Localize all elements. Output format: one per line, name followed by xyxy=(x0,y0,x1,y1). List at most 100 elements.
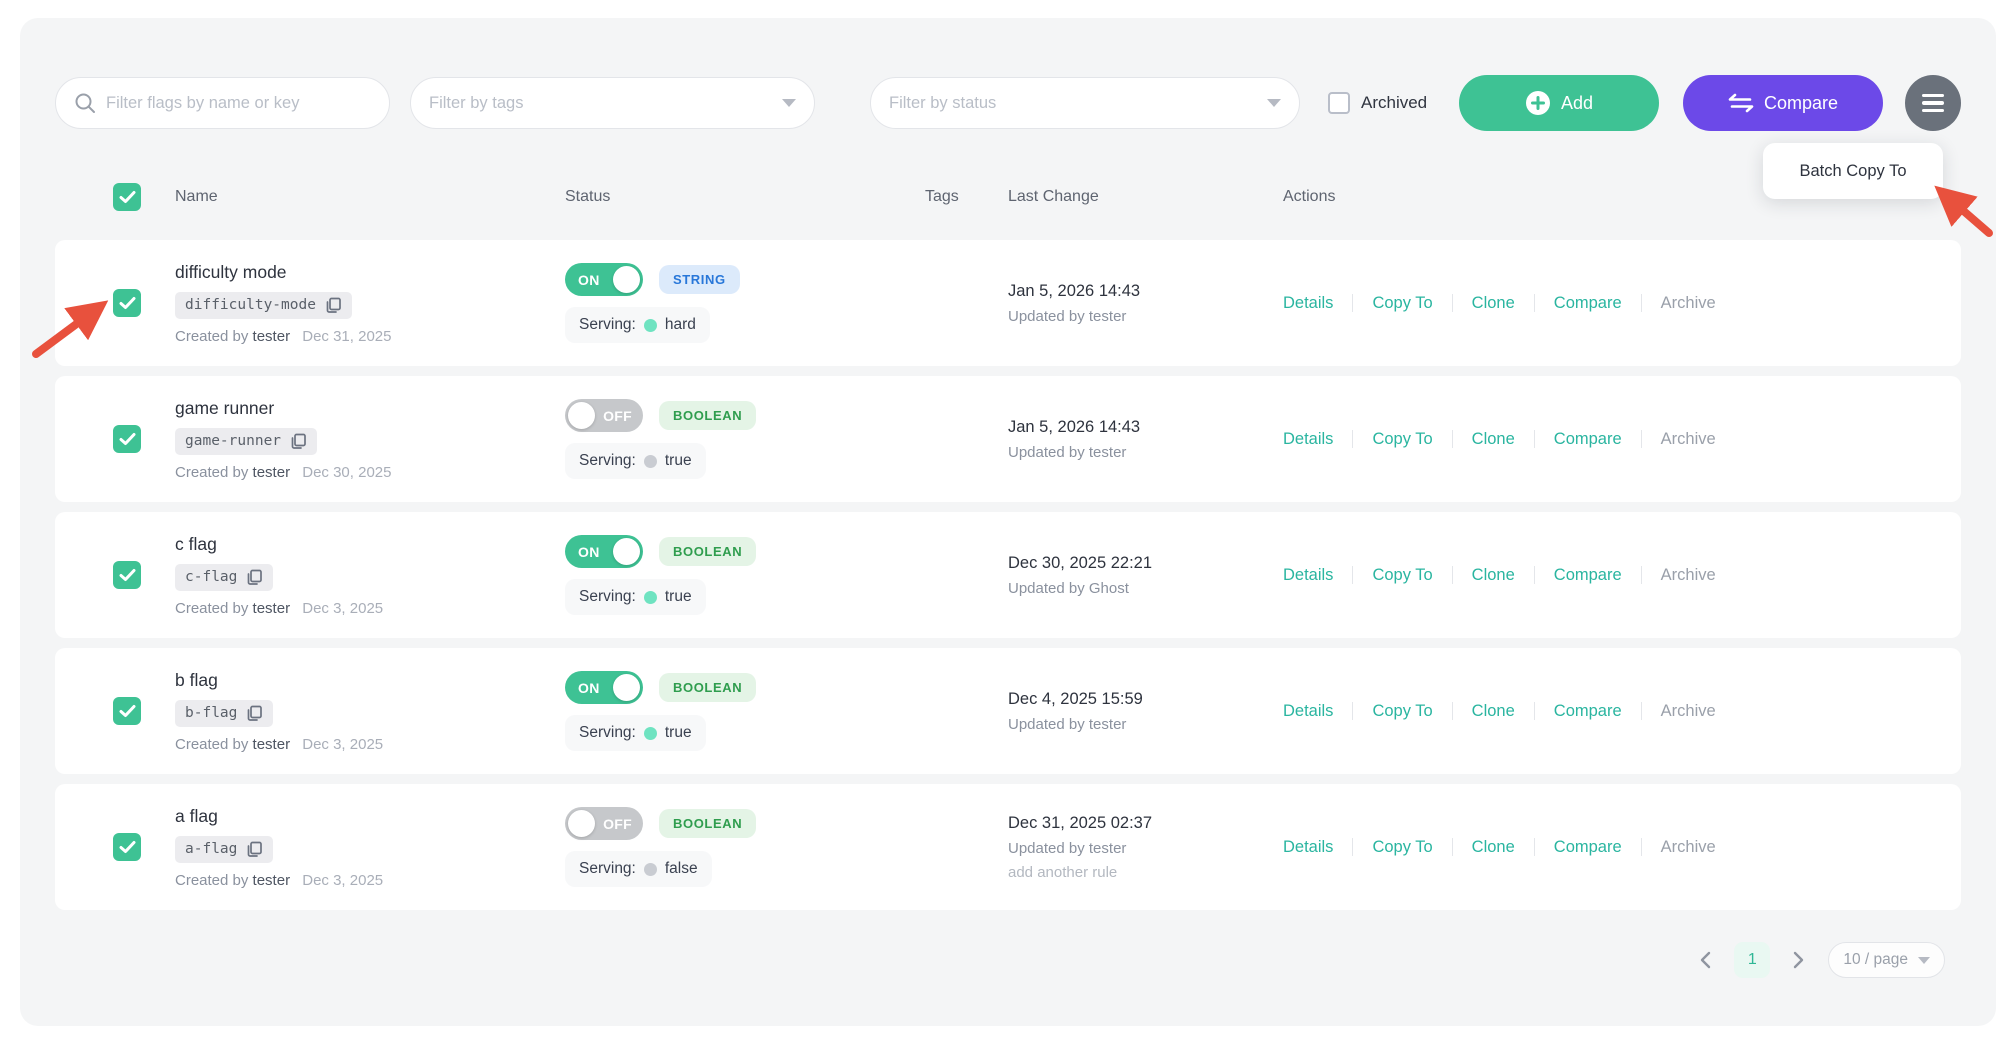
copy-icon[interactable] xyxy=(290,433,307,450)
compare-button[interactable]: Compare xyxy=(1683,75,1883,131)
copy-icon[interactable] xyxy=(325,297,342,314)
flag-name-cell: b flag b-flag Created by tester Dec 3, 2… xyxy=(175,670,565,753)
tags-filter-input[interactable] xyxy=(429,93,774,113)
next-page-button[interactable] xyxy=(1784,945,1814,975)
action-divider xyxy=(1533,702,1535,720)
flag-status-cell: OFF BOOLEAN Serving: true xyxy=(565,399,925,479)
action-copy-to[interactable]: Copy To xyxy=(1372,838,1432,857)
archived-checkbox[interactable] xyxy=(1328,92,1350,114)
tags-filter[interactable] xyxy=(410,77,815,129)
action-divider xyxy=(1640,702,1642,720)
row-checkbox[interactable] xyxy=(113,425,141,453)
action-archive[interactable]: Archive xyxy=(1661,702,1716,721)
action-clone[interactable]: Clone xyxy=(1472,430,1515,449)
search-input[interactable] xyxy=(106,93,371,113)
flag-name-cell: a flag a-flag Created by tester Dec 3, 2… xyxy=(175,806,565,889)
check-icon xyxy=(119,297,135,309)
row-checkbox[interactable] xyxy=(113,561,141,589)
action-details[interactable]: Details xyxy=(1283,702,1333,721)
archived-filter[interactable]: Archived xyxy=(1328,92,1427,114)
action-divider xyxy=(1352,838,1354,856)
action-compare[interactable]: Compare xyxy=(1554,430,1622,449)
toggle-label: ON xyxy=(578,271,600,288)
action-copy-to[interactable]: Copy To xyxy=(1372,430,1432,449)
action-details[interactable]: Details xyxy=(1283,566,1333,585)
copy-icon[interactable] xyxy=(246,705,263,722)
copy-icon[interactable] xyxy=(246,841,263,858)
flag-status-cell: OFF BOOLEAN Serving: false xyxy=(565,807,925,887)
row-checkbox[interactable] xyxy=(113,289,141,317)
flag-key-chip: difficulty-mode xyxy=(175,291,352,319)
row-checkbox[interactable] xyxy=(113,833,141,861)
row-actions: Details Copy To Clone Compare Archive xyxy=(1283,430,1961,449)
action-details[interactable]: Details xyxy=(1283,430,1333,449)
serving-value: hard xyxy=(664,316,696,333)
action-compare[interactable]: Compare xyxy=(1554,702,1622,721)
type-badge: BOOLEAN xyxy=(659,673,757,702)
changed-at: Dec 31, 2025 02:37 xyxy=(1008,813,1153,832)
batch-menu-button[interactable] xyxy=(1905,75,1961,131)
flag-name: a flag xyxy=(175,805,218,826)
status-toggle[interactable]: ON xyxy=(565,671,643,704)
action-divider xyxy=(1451,838,1453,856)
action-archive[interactable]: Archive xyxy=(1661,566,1716,585)
prev-page-button[interactable] xyxy=(1690,945,1720,975)
serving-value: true xyxy=(664,724,692,741)
action-copy-to[interactable]: Copy To xyxy=(1372,702,1432,721)
row-actions: Details Copy To Clone Compare Archive xyxy=(1283,294,1961,313)
plus-circle-icon xyxy=(1525,91,1550,115)
last-change-cell: Dec 30, 2025 22:21 Updated by Ghost xyxy=(1008,554,1283,597)
status-toggle[interactable]: ON xyxy=(565,263,643,296)
action-archive[interactable]: Archive xyxy=(1661,838,1716,857)
page-number[interactable]: 1 xyxy=(1734,942,1771,978)
action-clone[interactable]: Clone xyxy=(1472,838,1515,857)
page-size-select[interactable]: 10 / page xyxy=(1828,942,1945,978)
type-badge: STRING xyxy=(659,265,740,294)
header-name: Name xyxy=(175,188,218,205)
action-details[interactable]: Details xyxy=(1283,294,1333,313)
serving-chip: Serving: true xyxy=(565,715,706,751)
flag-key: b-flag xyxy=(185,705,238,721)
action-clone[interactable]: Clone xyxy=(1472,294,1515,313)
batch-copy-popover[interactable]: Batch Copy To xyxy=(1763,143,1943,199)
flag-name-cell: difficulty mode difficulty-mode Created … xyxy=(175,262,565,345)
row-checkbox[interactable] xyxy=(113,697,141,725)
action-compare[interactable]: Compare xyxy=(1554,838,1622,857)
action-details[interactable]: Details xyxy=(1283,838,1333,857)
action-compare[interactable]: Compare xyxy=(1554,566,1622,585)
action-compare[interactable]: Compare xyxy=(1554,294,1622,313)
flag-key-chip: b-flag xyxy=(175,699,274,727)
status-toggle[interactable]: ON xyxy=(565,535,643,568)
search-field[interactable] xyxy=(55,77,390,129)
action-clone[interactable]: Clone xyxy=(1472,566,1515,585)
flags-panel: Archived Add Compare Batch Copy To xyxy=(20,18,1996,1026)
action-clone[interactable]: Clone xyxy=(1472,702,1515,721)
serving-chip: Serving: hard xyxy=(565,307,710,343)
changed-at: Jan 5, 2026 14:43 xyxy=(1008,281,1141,300)
action-divider xyxy=(1640,838,1642,856)
toggle-knob xyxy=(568,402,595,429)
toggle-knob xyxy=(613,674,640,701)
status-toggle[interactable]: OFF xyxy=(565,807,643,840)
copy-icon[interactable] xyxy=(246,569,263,586)
action-archive[interactable]: Archive xyxy=(1661,430,1716,449)
select-all-checkbox[interactable] xyxy=(113,183,141,211)
action-copy-to[interactable]: Copy To xyxy=(1372,566,1432,585)
created-line: Created by tester Dec 3, 2025 xyxy=(175,600,383,617)
created-date: Dec 3, 2025 xyxy=(302,871,384,889)
last-change-cell: Dec 31, 2025 02:37 Updated by tester add… xyxy=(1008,814,1283,881)
action-archive[interactable]: Archive xyxy=(1661,294,1716,313)
action-divider xyxy=(1451,430,1453,448)
add-button[interactable]: Add xyxy=(1459,75,1659,131)
created-user: tester xyxy=(252,871,291,889)
flag-key: difficulty-mode xyxy=(185,297,316,313)
status-toggle[interactable]: OFF xyxy=(565,399,643,432)
action-copy-to[interactable]: Copy To xyxy=(1372,294,1432,313)
flag-name: b flag xyxy=(175,669,218,690)
status-filter[interactable] xyxy=(870,77,1300,129)
status-filter-input[interactable] xyxy=(889,93,1259,113)
action-divider xyxy=(1352,294,1354,312)
serving-dot xyxy=(643,318,657,332)
flag-key-chip: game-runner xyxy=(175,427,318,455)
hamburger-icon xyxy=(1922,93,1944,113)
